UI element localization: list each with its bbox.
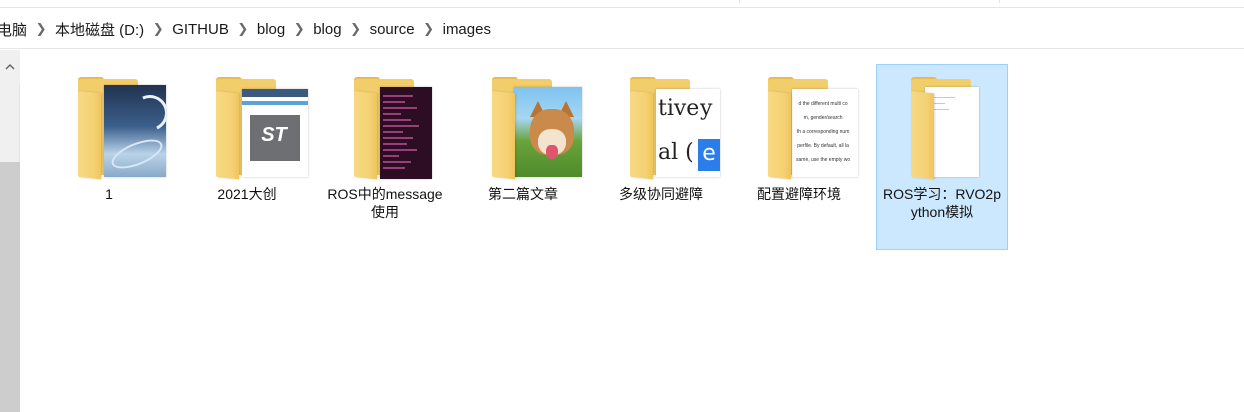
image-thumbnail: [104, 85, 166, 177]
breadcrumb-item-images[interactable]: images: [440, 21, 494, 38]
folder-name: 2021大创: [217, 186, 277, 202]
chevron-right-icon[interactable]: ❯: [235, 21, 251, 37]
folder-name: 第二篇文章: [488, 186, 558, 202]
folder-icon: [458, 65, 588, 185]
image-thumbnail: ST: [242, 89, 308, 177]
image-thumbnail: [514, 87, 582, 177]
breadcrumb-item-computer[interactable]: 电脑: [0, 19, 30, 40]
folder-name: 配置避障环境: [757, 186, 841, 202]
breadcrumb-item-github[interactable]: GITHUB: [169, 21, 232, 38]
st-logo: ST: [261, 124, 287, 146]
folder-name: ROS中的message使用: [327, 186, 443, 220]
title-strip: [0, 0, 1244, 8]
file-list-view[interactable]: 1 ST 2021大创 ROS中的message使用 第二篇文章 tive y …: [21, 50, 1244, 412]
folder-name: 1: [105, 186, 113, 202]
folder-item-second-article[interactable]: 第二篇文章: [457, 64, 589, 207]
chevron-right-icon[interactable]: ❯: [150, 21, 166, 37]
chevron-right-icon[interactable]: ❯: [291, 21, 307, 37]
folder-item-ros-rvo2python[interactable]: ROS学习：RVO2python模拟: [876, 64, 1008, 250]
folder-icon: [320, 65, 450, 185]
breadcrumb-item-blog[interactable]: blog: [254, 21, 288, 38]
breadcrumb-item-blog-2[interactable]: blog: [310, 21, 344, 38]
chevron-up-icon: [5, 64, 15, 70]
folder-icon: [44, 65, 174, 185]
address-bar[interactable]: 电脑 ❯ 本地磁盘 (D:) ❯ GITHUB ❯ blog ❯ blog ❯ …: [0, 9, 1244, 49]
breadcrumb-item-source[interactable]: source: [367, 21, 418, 38]
navigation-pane-scrollbar[interactable]: [0, 50, 20, 412]
image-thumbnail: tive y al ( e: [656, 89, 720, 177]
image-thumbnail: d the different multi co m, gender/searc…: [792, 89, 858, 177]
tab-strip-segment: [740, 0, 1000, 3]
tab-strip-segment: [0, 0, 740, 3]
breadcrumb-item-drive-d[interactable]: 本地磁盘 (D:): [52, 19, 147, 40]
folder-icon: [877, 65, 1007, 185]
folder-item-multilevel-obstacle[interactable]: tive y al ( e 多级协同避障: [595, 64, 727, 207]
folder-item-2021[interactable]: ST 2021大创: [181, 64, 313, 207]
image-thumbnail: [380, 87, 432, 179]
scroll-thumb[interactable]: [0, 162, 20, 412]
chevron-right-icon[interactable]: ❯: [348, 21, 364, 37]
scroll-up-button[interactable]: [0, 50, 20, 84]
folder-item-config-obstacle-env[interactable]: d the different multi co m, gender/searc…: [733, 64, 865, 207]
folder-icon: ST: [182, 65, 312, 185]
folder-icon: tive y al ( e: [596, 65, 726, 185]
folder-item-1[interactable]: 1: [43, 64, 175, 207]
chevron-right-icon[interactable]: ❯: [33, 21, 49, 37]
breadcrumb: 电脑 ❯ 本地磁盘 (D:) ❯ GITHUB ❯ blog ❯ blog ❯ …: [0, 9, 494, 49]
folder-name: 多级协同避障: [619, 186, 703, 202]
folder-item-ros-message[interactable]: ROS中的message使用: [319, 64, 451, 225]
folder-name: ROS学习：RVO2python模拟: [883, 186, 1001, 220]
folder-icon: d the different multi co m, gender/searc…: [734, 65, 864, 185]
chevron-right-icon[interactable]: ❯: [421, 21, 437, 37]
